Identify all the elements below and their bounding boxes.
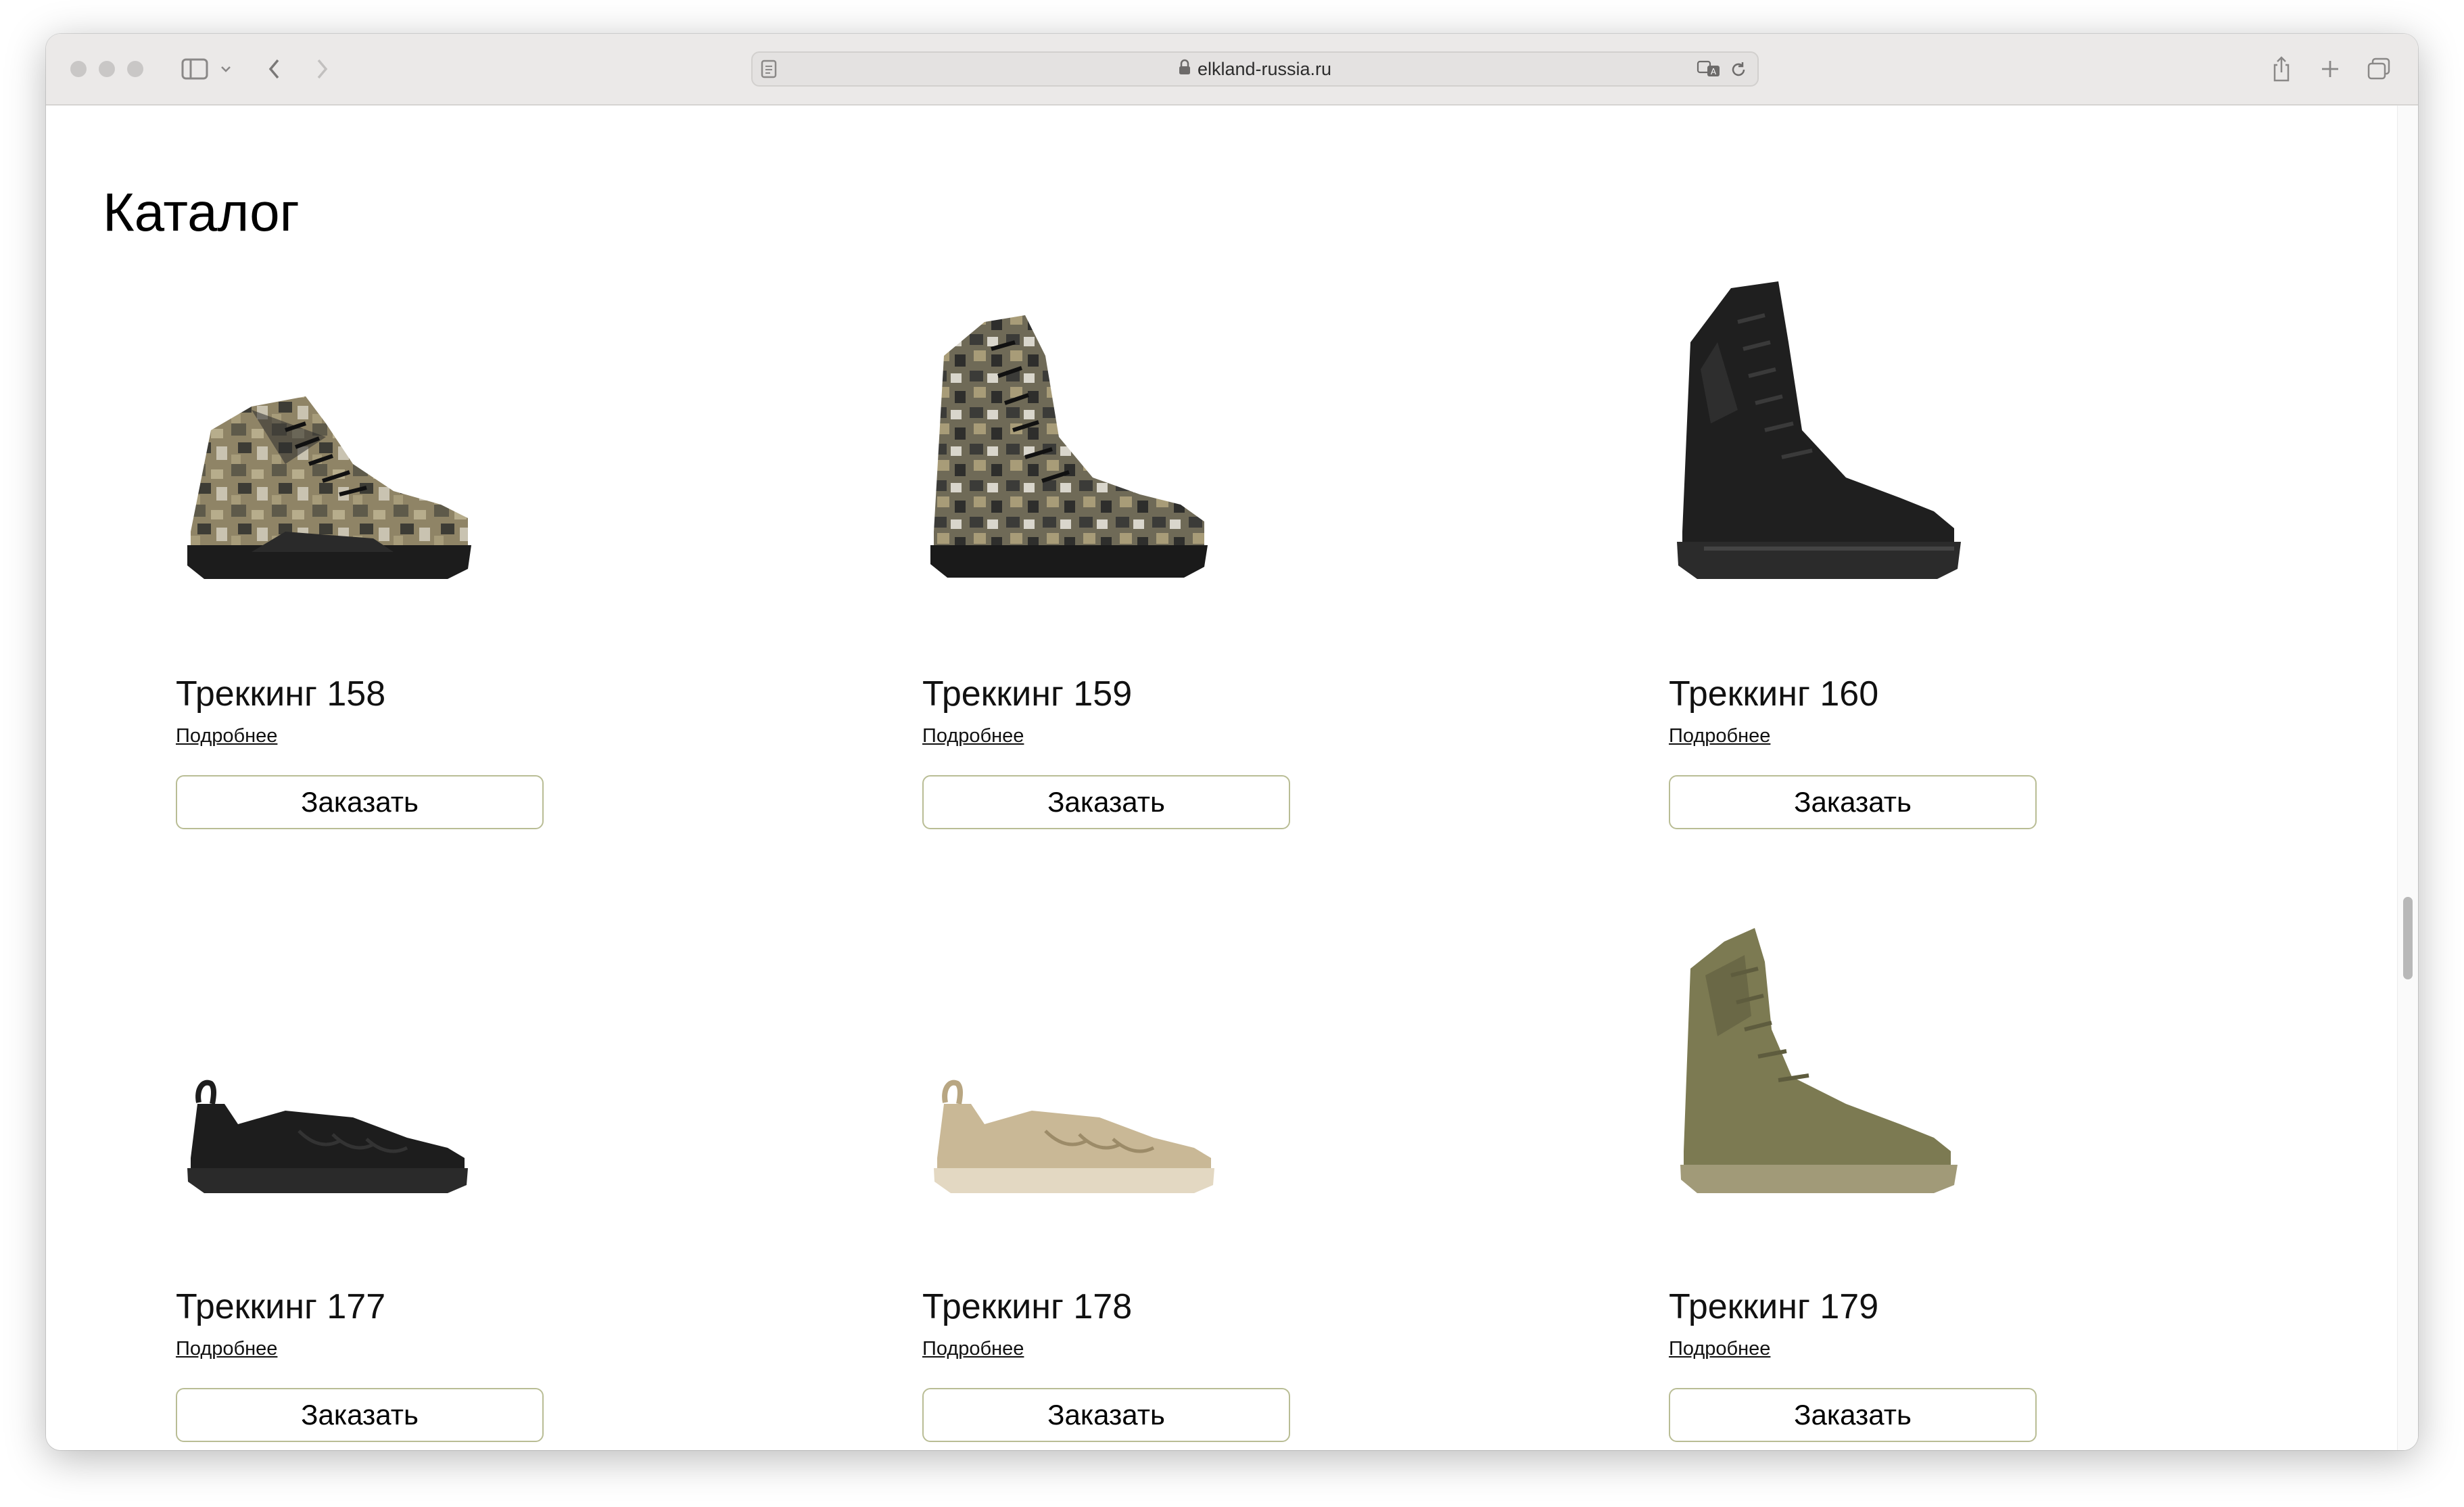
product-image[interactable] bbox=[897, 874, 1343, 1280]
order-button[interactable]: Заказать bbox=[1669, 775, 2037, 829]
share-icon[interactable] bbox=[2267, 53, 2296, 85]
product-image[interactable] bbox=[150, 874, 596, 1280]
product-title: Треккинг 160 bbox=[1669, 674, 1879, 714]
product-card: Треккинг 178 Подробнее Заказать bbox=[897, 874, 1343, 1450]
browser-window: elkland-russia.ru A Каталог Треккинг 158… bbox=[46, 34, 2418, 1450]
details-link[interactable]: Подробнее bbox=[1669, 1338, 1770, 1360]
tab-overview-icon[interactable] bbox=[2364, 53, 2394, 85]
order-button[interactable]: Заказать bbox=[922, 775, 1290, 829]
details-link[interactable]: Подробнее bbox=[176, 725, 277, 747]
product-card: Треккинг 158 Подробнее Заказать bbox=[150, 261, 596, 850]
chevron-down-icon[interactable] bbox=[218, 53, 234, 85]
product-title: Треккинг 158 bbox=[176, 674, 386, 714]
order-button[interactable]: Заказать bbox=[176, 1388, 544, 1442]
close-window-button[interactable] bbox=[70, 61, 87, 77]
zoom-window-button[interactable] bbox=[127, 61, 143, 77]
reload-icon[interactable] bbox=[1729, 60, 1748, 83]
product-card: Треккинг 179 Подробнее Заказать bbox=[1643, 874, 2089, 1450]
svg-text:A: A bbox=[1711, 67, 1717, 76]
product-card: Треккинг 177 Подробнее Заказать bbox=[150, 874, 596, 1450]
scrollbar-track[interactable] bbox=[2397, 106, 2418, 1450]
product-title: Треккинг 177 bbox=[176, 1287, 386, 1326]
order-button[interactable]: Заказать bbox=[922, 1388, 1290, 1442]
product-title: Треккинг 179 bbox=[1669, 1287, 1879, 1326]
product-image[interactable] bbox=[1643, 874, 2089, 1280]
page-content: Каталог Треккинг 158 Подробнее Заказать … bbox=[46, 106, 2418, 1450]
scrollbar-thumb[interactable] bbox=[2403, 897, 2413, 979]
sidebar-toggle-icon[interactable] bbox=[177, 53, 212, 85]
product-title: Треккинг 178 bbox=[922, 1287, 1133, 1326]
new-tab-icon[interactable] bbox=[2315, 53, 2345, 85]
back-icon[interactable] bbox=[261, 53, 288, 85]
product-title: Треккинг 159 bbox=[922, 674, 1133, 714]
order-button[interactable]: Заказать bbox=[1669, 1388, 2037, 1442]
details-link[interactable]: Подробнее bbox=[1669, 725, 1770, 747]
forward-icon[interactable] bbox=[308, 53, 335, 85]
lock-icon bbox=[1179, 59, 1191, 80]
minimize-window-button[interactable] bbox=[99, 61, 115, 77]
translate-icon[interactable]: A bbox=[1697, 60, 1722, 82]
details-link[interactable]: Подробнее bbox=[176, 1338, 277, 1360]
details-link[interactable]: Подробнее bbox=[922, 1338, 1024, 1360]
product-image[interactable] bbox=[897, 261, 1343, 667]
order-button[interactable]: Заказать bbox=[176, 775, 544, 829]
product-image[interactable] bbox=[150, 261, 596, 667]
product-card: Треккинг 160 Подробнее Заказать bbox=[1643, 261, 2089, 850]
details-link[interactable]: Подробнее bbox=[922, 725, 1024, 747]
address-bar[interactable]: elkland-russia.ru A bbox=[751, 51, 1759, 87]
product-card: Треккинг 159 Подробнее Заказать bbox=[897, 261, 1343, 850]
browser-toolbar: elkland-russia.ru A bbox=[46, 34, 2418, 106]
page-title: Каталог bbox=[103, 182, 300, 242]
url-text[interactable]: elkland-russia.ru bbox=[1198, 59, 1331, 80]
product-image[interactable] bbox=[1643, 261, 2089, 667]
